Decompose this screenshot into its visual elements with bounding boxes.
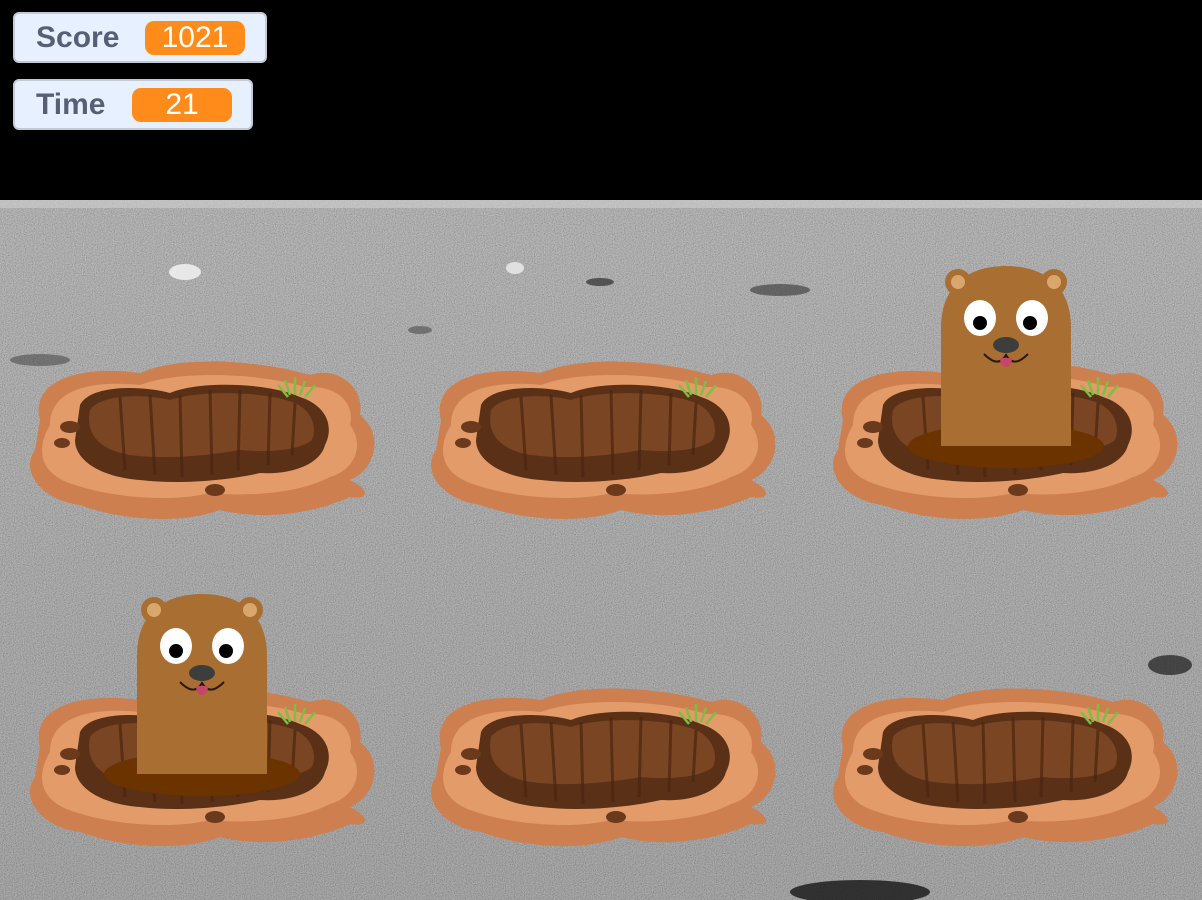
- mole-hole-top-left[interactable]: [28, 359, 376, 521]
- mole-hole-bottom-right[interactable]: [831, 686, 1179, 848]
- score-monitor: Score 1021: [13, 12, 267, 63]
- time-monitor: Time 21: [13, 79, 253, 130]
- score-value: 1021: [145, 21, 245, 55]
- mole-hole-bottom-center[interactable]: [429, 686, 777, 848]
- mole-hole-top-center[interactable]: [429, 359, 777, 521]
- game-stage[interactable]: [0, 0, 1202, 900]
- score-label: Score: [36, 20, 120, 54]
- time-value: 21: [132, 88, 232, 122]
- time-label: Time: [36, 87, 106, 121]
